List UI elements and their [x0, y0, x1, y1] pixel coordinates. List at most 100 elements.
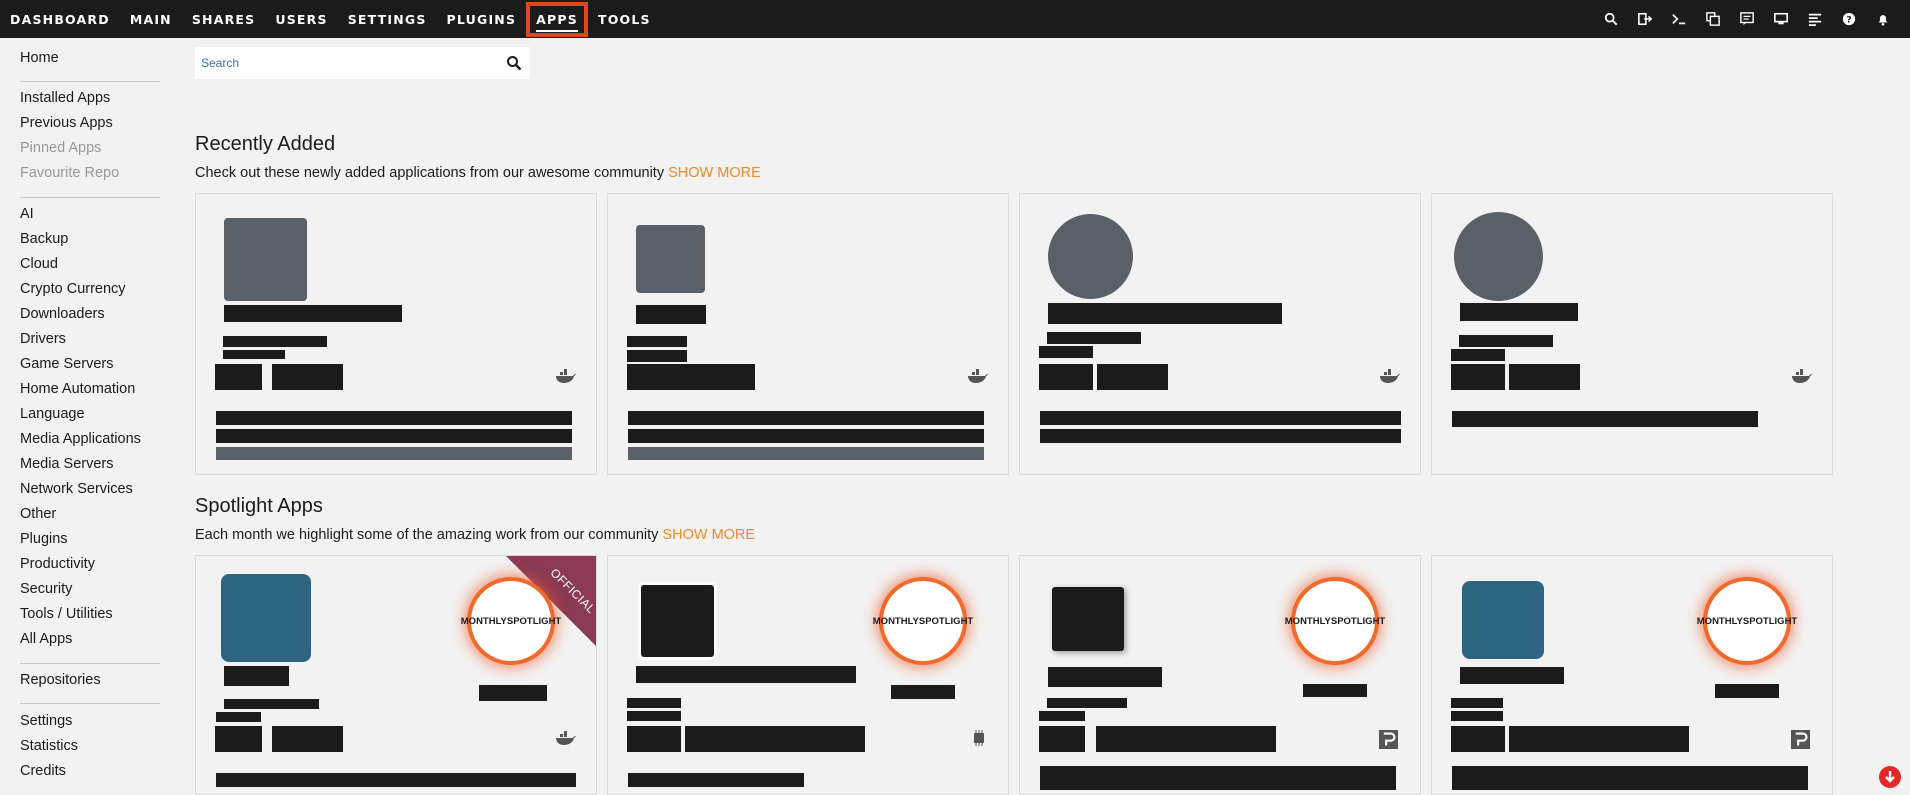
info-button[interactable] [1509, 364, 1580, 390]
app-name [1460, 303, 1578, 321]
app-icon [1462, 581, 1544, 659]
nav-tools[interactable]: TOOLS [598, 12, 651, 27]
docker-icon [556, 369, 576, 383]
app-icon [636, 225, 705, 293]
logout-icon[interactable] [1628, 0, 1662, 38]
sidebar-divider [20, 703, 160, 704]
sidebar-settings[interactable]: Settings [20, 713, 72, 729]
recently-added-subtitle: Check out these newly added applications… [195, 165, 761, 181]
app-description [1040, 429, 1401, 443]
monthly-spotlight-badge: MONTHLY SPOTLIGHT [1697, 581, 1797, 661]
sidebar-category-crypto[interactable]: Crypto Currency [20, 281, 126, 297]
copy-icon[interactable] [1696, 0, 1730, 38]
app-version [627, 350, 687, 362]
info-button[interactable] [272, 726, 343, 752]
install-button[interactable] [627, 364, 755, 390]
app-version [1451, 349, 1505, 361]
install-button[interactable] [1451, 364, 1505, 390]
log-icon[interactable] [1798, 0, 1832, 38]
spotlight-show-more[interactable]: SHOW MORE [662, 527, 755, 543]
install-button[interactable] [1039, 726, 1085, 752]
spotlight-card[interactable]: OFFICIAL MONTHLY SPOTLIGHT [195, 555, 597, 795]
info-button[interactable] [685, 726, 865, 752]
badge-text-1: MONTHLY [1284, 615, 1331, 627]
app-tag [891, 685, 955, 699]
app-version [627, 711, 681, 721]
sidebar-pinned-apps[interactable]: Pinned Apps [20, 140, 101, 156]
spotlight-card[interactable]: MONTHLY SPOTLIGHT [607, 555, 1009, 795]
sidebar-credits[interactable]: Credits [20, 763, 66, 779]
app-name [224, 305, 402, 322]
app-card[interactable] [1019, 193, 1421, 475]
sidebar-all-apps[interactable]: All Apps [20, 631, 72, 647]
app-icon [641, 585, 714, 657]
sidebar-category-drivers[interactable]: Drivers [20, 331, 66, 347]
sidebar-category-cloud[interactable]: Cloud [20, 256, 58, 272]
sidebar-statistics[interactable]: Statistics [20, 738, 78, 754]
sidebar-category-productivity[interactable]: Productivity [20, 556, 95, 572]
nav-shares[interactable]: SHARES [192, 12, 256, 27]
sidebar-category-plugins[interactable]: Plugins [20, 531, 68, 547]
app-author [224, 699, 319, 709]
sidebar-category-game-servers[interactable]: Game Servers [20, 356, 113, 372]
toolbar-icons: ? [1594, 0, 1900, 38]
nav-settings[interactable]: SETTINGS [348, 12, 427, 27]
sidebar-category-network-services[interactable]: Network Services [20, 481, 133, 497]
search-input[interactable] [201, 47, 491, 79]
spotlight-description: Each month we highlight some of the amaz… [195, 527, 659, 543]
nav-users[interactable]: USERS [275, 12, 327, 27]
recently-added-show-more[interactable]: SHOW MORE [668, 165, 761, 181]
info-button[interactable] [1097, 364, 1168, 390]
sidebar-previous-apps[interactable]: Previous Apps [20, 115, 113, 131]
install-button[interactable] [1039, 364, 1093, 390]
sidebar-category-tools-utilities[interactable]: Tools / Utilities [20, 606, 113, 622]
search-icon[interactable] [1594, 0, 1628, 38]
app-card[interactable] [195, 193, 597, 475]
search-icon[interactable] [506, 55, 522, 71]
monitor-icon[interactable] [1764, 0, 1798, 38]
nav-dashboard[interactable]: DASHBOARD [10, 12, 110, 27]
app-author [1459, 335, 1553, 347]
sidebar-category-backup[interactable]: Backup [20, 231, 68, 247]
feedback-icon[interactable] [1730, 0, 1764, 38]
sidebar-category-media-servers[interactable]: Media Servers [20, 456, 113, 472]
sidebar-divider [20, 81, 160, 82]
info-button[interactable] [272, 364, 343, 390]
sidebar-home[interactable]: Home [20, 50, 59, 66]
app-card[interactable] [1431, 193, 1833, 475]
nav-main[interactable]: MAIN [130, 12, 172, 27]
sidebar-category-ai[interactable]: AI [20, 206, 34, 222]
app-icon [1454, 212, 1543, 301]
sidebar-category-media-applications[interactable]: Media Applications [20, 431, 141, 447]
spotlight-card[interactable]: MONTHLY SPOTLIGHT [1431, 555, 1833, 795]
app-tag [1303, 684, 1367, 697]
sidebar-repositories[interactable]: Repositories [20, 672, 101, 688]
docker-icon [968, 369, 988, 383]
install-button[interactable] [1451, 726, 1505, 752]
sidebar-category-downloaders[interactable]: Downloaders [20, 306, 105, 322]
info-button[interactable] [1096, 726, 1276, 752]
app-icon [1048, 214, 1133, 299]
sidebar-category-security[interactable]: Security [20, 581, 72, 597]
app-version [1039, 346, 1093, 358]
nav-apps[interactable]: APPS [526, 1, 588, 37]
terminal-icon[interactable] [1662, 0, 1696, 38]
nav-plugins[interactable]: PLUGINS [447, 12, 517, 27]
bell-icon[interactable] [1866, 0, 1900, 38]
install-button[interactable] [215, 364, 262, 390]
sidebar-category-other[interactable]: Other [20, 506, 56, 522]
app-author [223, 336, 327, 347]
help-icon[interactable]: ? [1832, 0, 1866, 38]
install-button[interactable] [215, 726, 262, 752]
scroll-down-button[interactable] [1879, 766, 1901, 788]
install-button[interactable] [627, 726, 681, 752]
sidebar-divider [20, 663, 160, 664]
app-description [628, 411, 984, 425]
app-card[interactable] [607, 193, 1009, 475]
spotlight-card[interactable]: MONTHLY SPOTLIGHT [1019, 555, 1421, 795]
sidebar-category-home-automation[interactable]: Home Automation [20, 381, 135, 397]
sidebar-category-language[interactable]: Language [20, 406, 85, 422]
info-button[interactable] [1509, 726, 1689, 752]
sidebar-favourite-repo[interactable]: Favourite Repo [20, 165, 119, 181]
sidebar-installed-apps[interactable]: Installed Apps [20, 90, 110, 106]
